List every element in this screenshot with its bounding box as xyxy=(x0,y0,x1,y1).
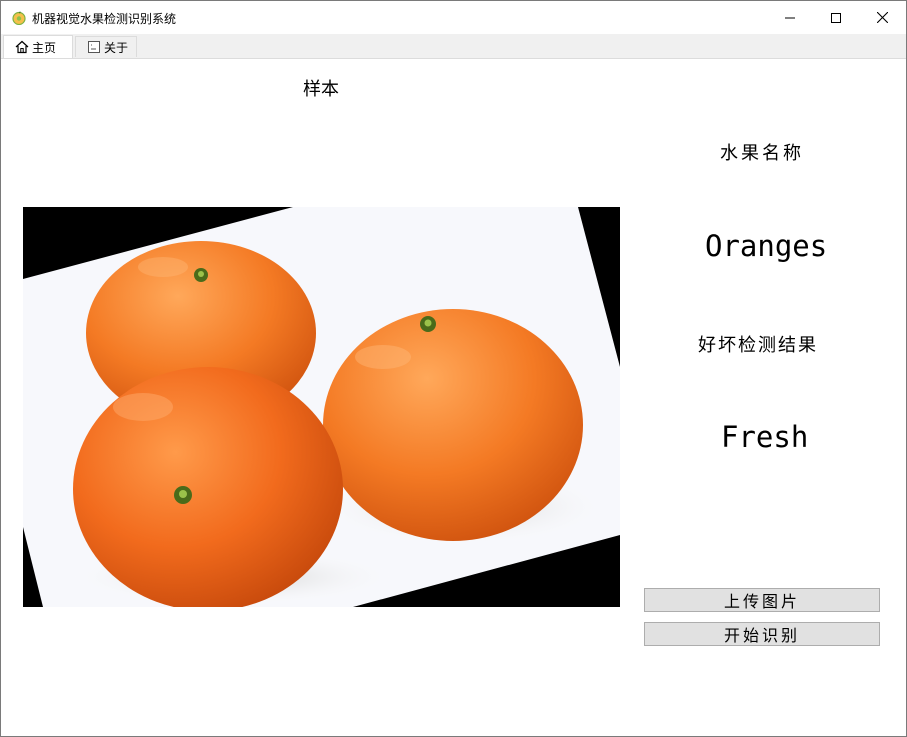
minimize-button[interactable] xyxy=(767,1,813,34)
tab-bar: 主页 关于 xyxy=(1,34,906,59)
maximize-icon xyxy=(831,12,841,23)
fruit-app-icon xyxy=(12,10,26,26)
document-icon xyxy=(87,40,101,54)
quality-result-value: Fresh xyxy=(721,420,809,454)
window-title: 机器视觉水果检测识别系统 xyxy=(32,12,177,26)
tab-about[interactable]: 关于 xyxy=(75,36,137,57)
fruit-name-label: 水果名称 xyxy=(720,143,804,164)
start-recognition-button[interactable]: 开始识别 xyxy=(644,622,880,646)
quality-result-label: 好坏检测结果 xyxy=(698,335,818,356)
close-button[interactable] xyxy=(859,1,905,34)
maximize-button[interactable] xyxy=(813,1,859,34)
home-icon xyxy=(15,40,29,54)
tab-about-label: 关于 xyxy=(104,40,129,55)
app-window: 机器视觉水果检测识别系统 主页 关于 样本 水果名称 Oranges 好坏检测结… xyxy=(0,0,907,737)
upload-image-button[interactable]: 上传图片 xyxy=(644,588,880,612)
home-panel: 样本 水果名称 Oranges 好坏检测结果 Fresh 上传图片 开始识别 xyxy=(1,59,906,736)
close-icon xyxy=(876,12,888,23)
tab-home-label: 主页 xyxy=(32,40,57,55)
title-bar: 机器视觉水果检测识别系统 xyxy=(1,1,906,34)
minimize-icon xyxy=(785,17,795,18)
sample-image xyxy=(23,207,620,607)
sample-label: 样本 xyxy=(303,79,339,100)
fruit-name-value: Oranges xyxy=(705,229,828,263)
tab-home[interactable]: 主页 xyxy=(3,35,73,58)
